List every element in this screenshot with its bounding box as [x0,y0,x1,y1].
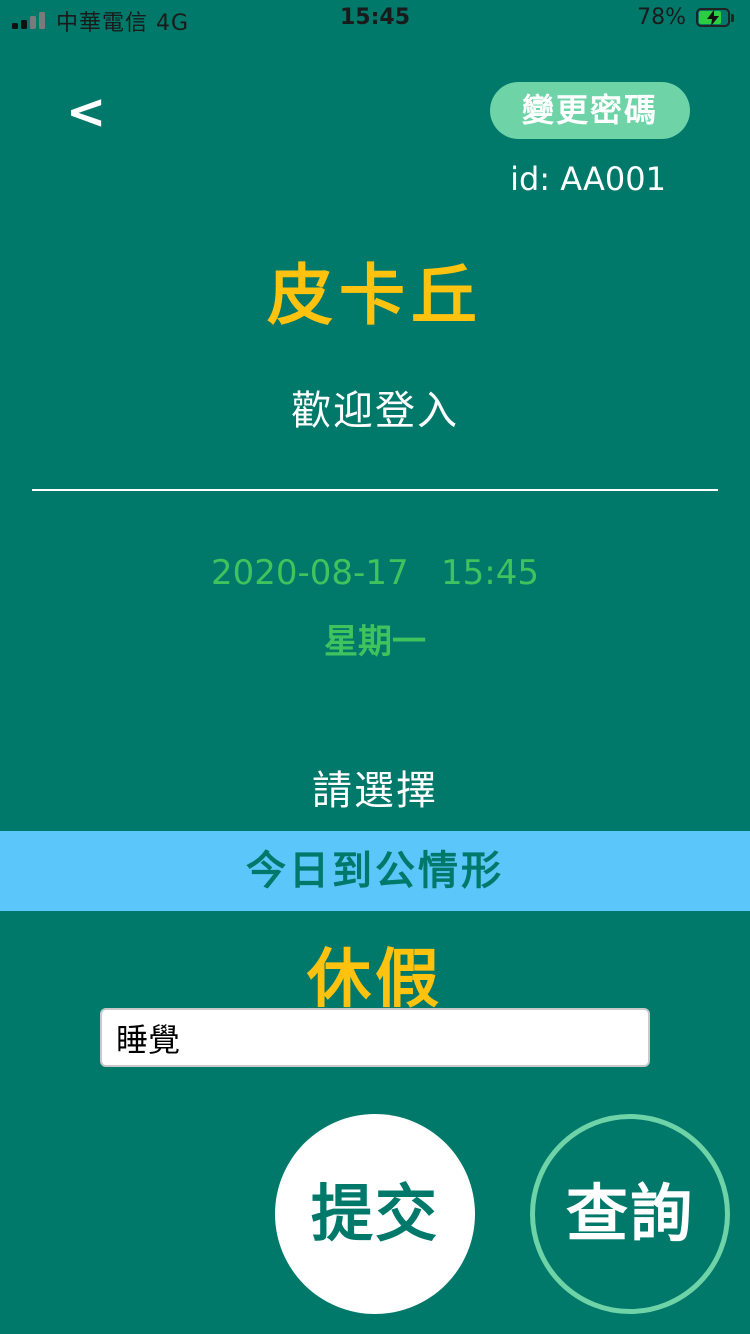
submit-button[interactable]: 提交 [275,1114,475,1314]
user-id-label: id: AA001 [510,160,666,198]
battery-icon [696,8,736,29]
select-prompt: 請選擇 [312,768,438,814]
battery-percent: 78% [637,5,686,30]
note-input[interactable] [100,1008,650,1067]
query-button[interactable]: 查詢 [530,1114,730,1314]
back-button[interactable]: < [66,84,116,140]
selected-status: 休假 [307,943,443,1017]
weekday-label: 星期一 [324,622,426,662]
welcome-text: 歡迎登入 [291,388,459,434]
user-name: 皮卡丘 [267,257,483,334]
divider [32,489,718,491]
change-password-button[interactable]: 變更密碼 [490,82,690,139]
status-bar: 中華電信 4G 15:45 78% [0,0,750,40]
attendance-option-selector[interactable]: 今日到公情形 [0,831,750,911]
current-datetime: 2020-08-17 15:45 [211,553,539,593]
charging-bolt-icon [707,10,719,26]
